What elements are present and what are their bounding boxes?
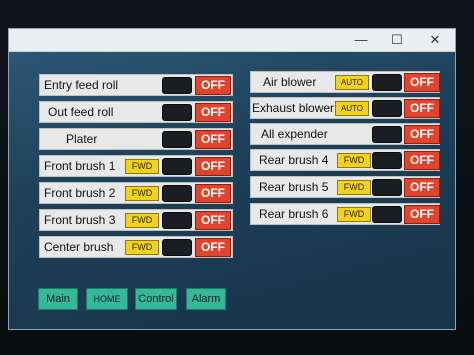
row-label: Exhaust blower [252,101,335,115]
alarm-button[interactable]: Alarm [186,288,226,310]
row-plater: Plater OFF [39,128,233,150]
row-label: Rear brush 4 [259,153,329,167]
row-label: Out feed roll [48,105,114,119]
row-air-blower: Air blower AUTO OFF [250,71,440,93]
minimize-icon[interactable]: — [343,29,379,51]
toggle-switch[interactable] [372,100,402,117]
row-label: Entry feed roll [44,78,119,92]
main-button[interactable]: Main [38,288,78,310]
fwd-button[interactable]: FWD [125,186,159,201]
hmi-window: — ☐ ✕ Entry feed roll OFF Out feed roll … [8,28,456,330]
toggle-switch[interactable] [162,131,192,148]
row-rear-brush-5: Rear brush 5 FWD OFF [250,176,440,198]
row-label: Air blower [263,75,317,89]
off-button[interactable]: OFF [404,73,440,92]
maximize-icon[interactable]: ☐ [379,29,415,51]
toggle-switch[interactable] [162,104,192,121]
fwd-button[interactable]: FWD [125,159,159,174]
toggle-switch[interactable] [162,212,192,229]
auto-button[interactable]: AUTO [335,75,369,90]
off-button[interactable]: OFF [195,211,231,230]
off-button[interactable]: OFF [195,157,231,176]
off-button[interactable]: OFF [195,184,231,203]
toggle-switch[interactable] [162,77,192,94]
off-button[interactable]: OFF [404,151,440,170]
row-label: Front brush 2 [44,186,116,200]
off-button[interactable]: OFF [195,103,231,122]
row-label: Front brush 3 [44,213,116,227]
fwd-button[interactable]: FWD [337,207,371,222]
off-button[interactable]: OFF [195,238,231,257]
row-label: Rear brush 5 [259,180,329,194]
fwd-button[interactable]: FWD [125,213,159,228]
row-label: Plater [66,132,98,146]
fwd-button[interactable]: FWD [337,153,371,168]
toggle-switch[interactable] [372,74,402,91]
row-all-expender: All expender OFF [250,123,440,145]
control-button[interactable]: Control [135,288,177,310]
fwd-button[interactable]: FWD [125,240,159,255]
toggle-switch[interactable] [372,206,402,223]
off-button[interactable]: OFF [195,76,231,95]
toggle-switch[interactable] [162,239,192,256]
off-button[interactable]: OFF [404,205,440,224]
row-front-brush-1: Front brush 1 FWD OFF [39,155,233,177]
row-label: Front brush 1 [44,159,116,173]
fwd-button[interactable]: FWD [337,180,371,195]
toggle-switch[interactable] [372,152,402,169]
title-bar: — ☐ ✕ [9,29,455,52]
row-entry-feed-roll: Entry feed roll OFF [39,74,233,96]
row-out-feed-roll: Out feed roll OFF [39,101,233,123]
row-front-brush-3: Front brush 3 FWD OFF [39,209,233,231]
row-exhaust-blower: Exhaust blower AUTO OFF [250,97,440,119]
toggle-switch[interactable] [162,185,192,202]
toggle-switch[interactable] [372,179,402,196]
close-icon[interactable]: ✕ [417,29,453,51]
toggle-switch[interactable] [372,126,402,143]
row-rear-brush-4: Rear brush 4 FWD OFF [250,149,440,171]
auto-button[interactable]: AUTO [335,101,369,116]
off-button[interactable]: OFF [404,178,440,197]
home-button[interactable]: HOME [86,288,128,310]
row-label: All expender [261,127,328,141]
row-rear-brush-6: Rear brush 6 FWD OFF [250,203,440,225]
row-center-brush: Center brush FWD OFF [39,236,233,258]
row-label: Rear brush 6 [259,207,329,221]
off-button[interactable]: OFF [404,125,440,144]
toggle-switch[interactable] [162,158,192,175]
row-front-brush-2: Front brush 2 FWD OFF [39,182,233,204]
row-label: Center brush [44,240,114,254]
off-button[interactable]: OFF [404,99,440,118]
off-button[interactable]: OFF [195,130,231,149]
